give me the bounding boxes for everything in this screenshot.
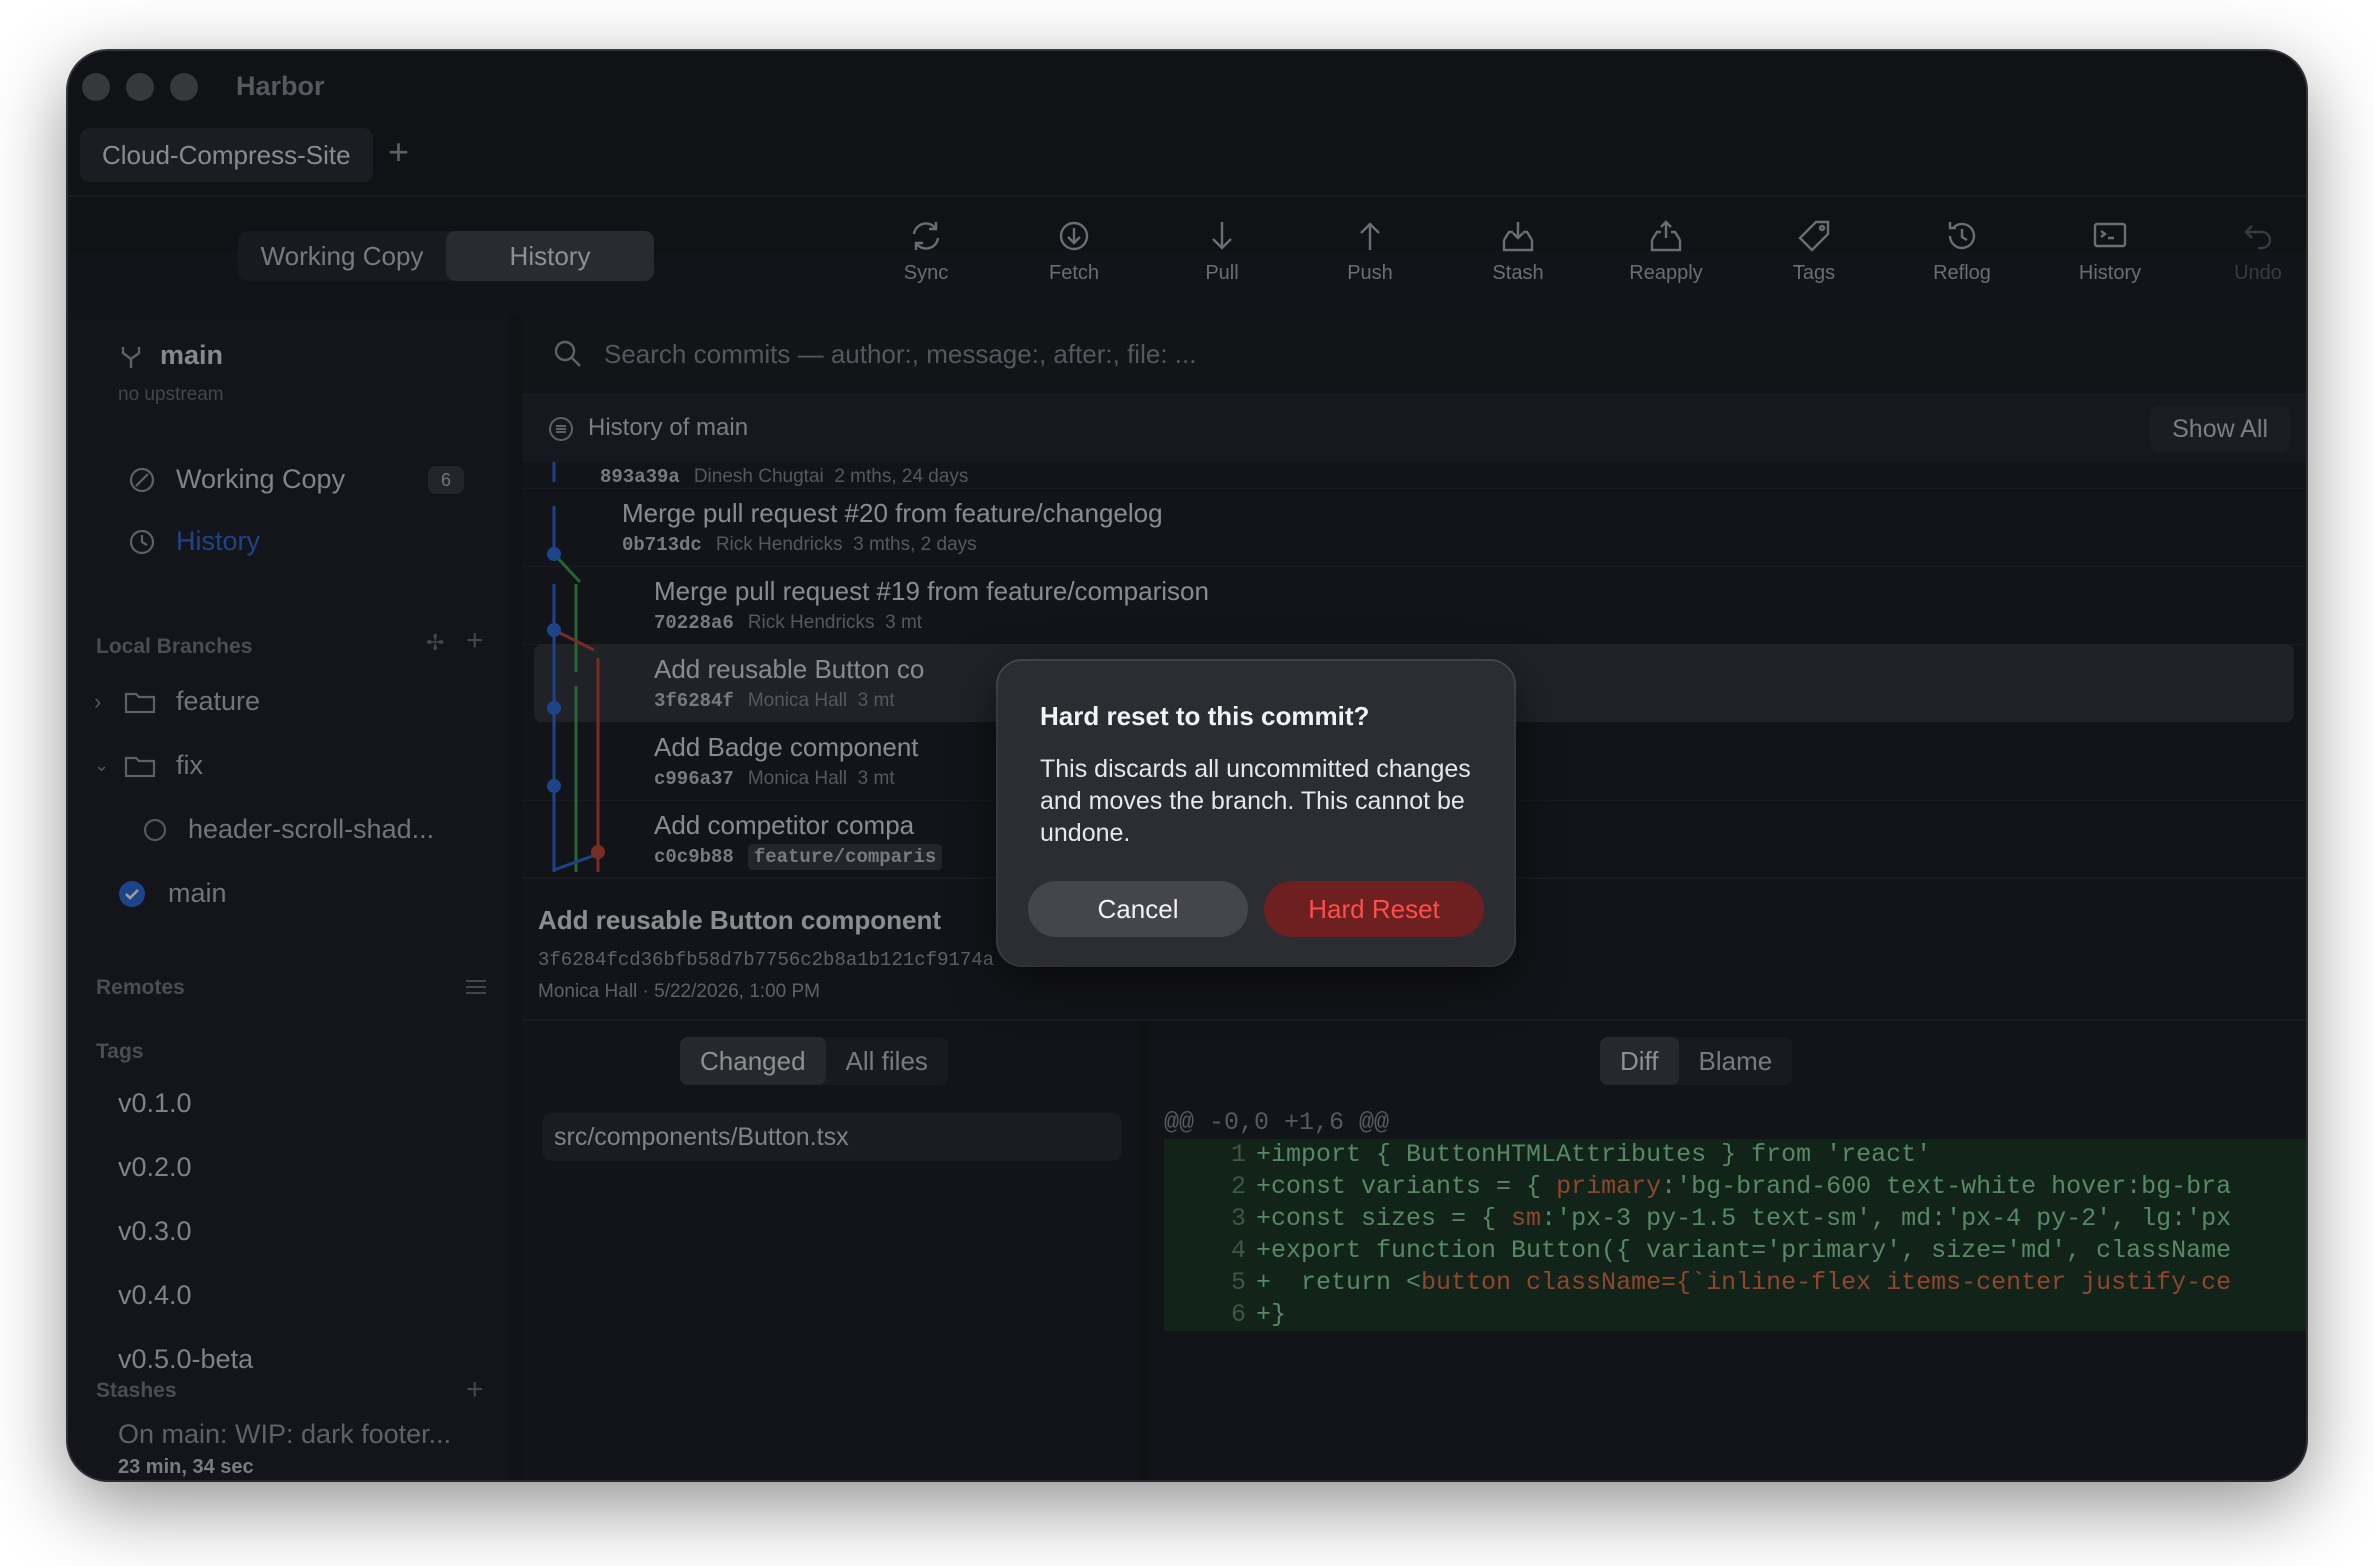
hard-reset-button[interactable]: Hard Reset xyxy=(1264,881,1484,937)
app-window: Harbor Cloud-Compress-Site + Working Cop… xyxy=(68,51,2306,1480)
hard-reset-dialog: Hard reset to this commit? This discards… xyxy=(998,661,1514,965)
cancel-button[interactable]: Cancel xyxy=(1028,881,1248,937)
dialog-message: This discards all uncommitted changes an… xyxy=(1040,755,1471,847)
dialog-title: Hard reset to this commit? xyxy=(1040,701,1370,731)
